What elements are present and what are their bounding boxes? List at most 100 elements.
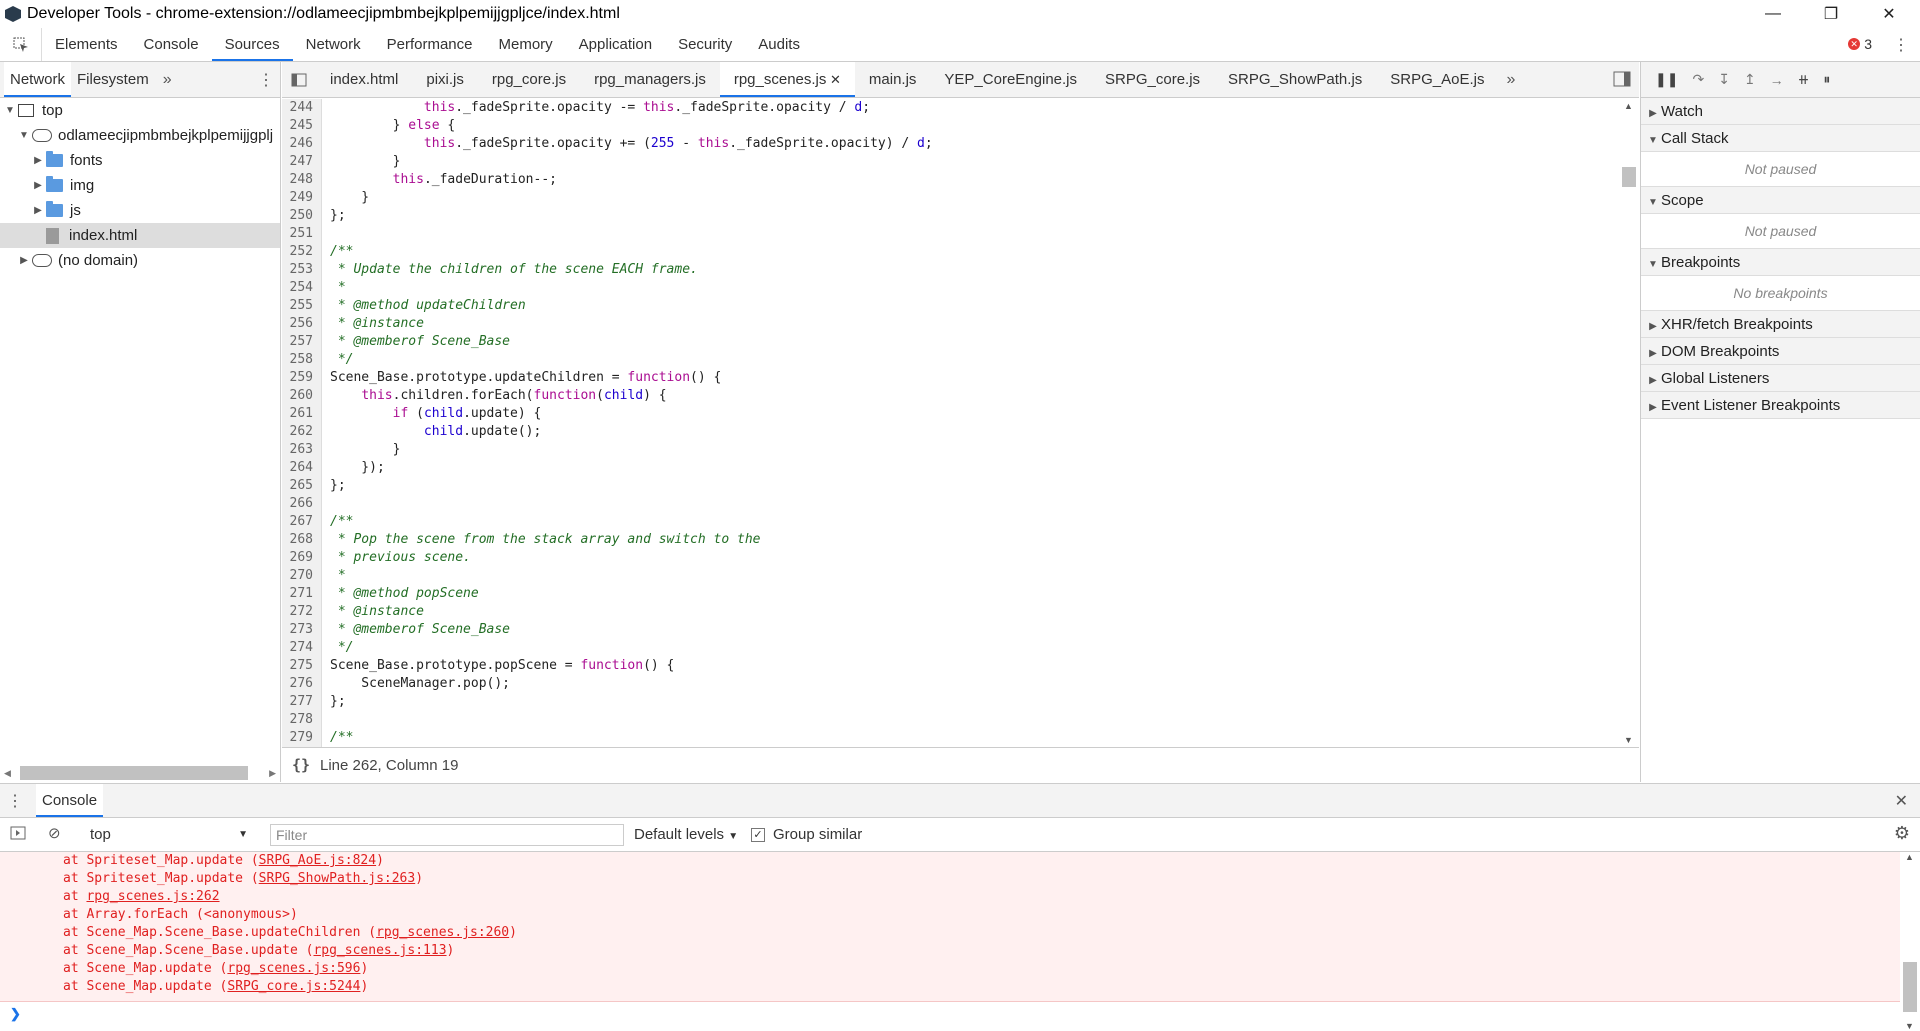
levels-dropdown[interactable]: Default levels ▼ [634, 824, 738, 848]
line-number[interactable]: 253 [282, 261, 322, 279]
error-counter[interactable]: ✕ 3 [1848, 36, 1872, 52]
file-tab-index-html[interactable]: index.html [316, 62, 412, 97]
line-number[interactable]: 273 [282, 621, 322, 639]
line-number[interactable]: 259 [282, 369, 322, 387]
source-link[interactable]: rpg_scenes.js:260 [376, 925, 509, 940]
tab-sources[interactable]: Sources [211, 28, 293, 61]
line-number[interactable]: 270 [282, 567, 322, 585]
file-tab-srpg-core-js[interactable]: SRPG_core.js [1091, 62, 1214, 97]
console-settings-gear-icon[interactable]: ⚙ [1894, 823, 1910, 844]
line-number[interactable]: 263 [282, 441, 322, 459]
line-number[interactable]: 267 [282, 513, 322, 531]
file-tab-rpg-scenes-js[interactable]: rpg_scenes.js ✕ [719, 62, 855, 97]
vscroll-thumb[interactable] [1622, 167, 1636, 187]
section-scope[interactable]: ▼ Scope [1641, 187, 1920, 214]
pause-on-exceptions-icon[interactable]: ⏸ [1823, 71, 1830, 88]
section-breakpoints[interactable]: ▼ Breakpoints [1641, 249, 1920, 276]
line-number[interactable]: 268 [282, 531, 322, 549]
source-link[interactable]: rpg_scenes.js:596 [227, 961, 360, 976]
tab-console[interactable]: Console [131, 28, 212, 61]
line-number[interactable]: 257 [282, 333, 322, 351]
line-number[interactable]: 278 [282, 711, 322, 729]
source-link[interactable]: SRPG_ShowPath.js:263 [259, 871, 416, 886]
line-number[interactable]: 244 [282, 99, 322, 117]
toggle-debugger-icon[interactable] [1613, 71, 1631, 91]
tab-audits[interactable]: Audits [745, 28, 813, 61]
scroll-down-icon[interactable]: ▼ [1624, 735, 1633, 745]
line-number[interactable]: 266 [282, 495, 322, 513]
group-similar-toggle[interactable]: ✓ Group similar [751, 824, 862, 846]
file-tab-srpg-aoe-js[interactable]: SRPG_AoE.js [1376, 62, 1498, 97]
minimize-button[interactable]: — [1744, 0, 1802, 28]
context-selector[interactable]: top ▼ [84, 824, 254, 846]
file-tab-pixi-js[interactable]: pixi.js [412, 62, 478, 97]
source-link[interactable]: rpg_scenes.js:262 [86, 889, 219, 904]
line-number[interactable]: 248 [282, 171, 322, 189]
console-scroll-thumb[interactable] [1903, 962, 1917, 1012]
navigator-hscrollbar[interactable]: ◀ ▶ [0, 764, 280, 782]
tree-item-img[interactable]: ▶ img [0, 173, 280, 198]
tab-console[interactable]: Console [36, 784, 104, 817]
line-number[interactable]: 272 [282, 603, 322, 621]
line-number[interactable]: 251 [282, 225, 322, 243]
line-number[interactable]: 258 [282, 351, 322, 369]
line-number[interactable]: 249 [282, 189, 322, 207]
tab-elements[interactable]: Elements [42, 28, 131, 61]
scroll-up-icon[interactable]: ▲ [1624, 101, 1633, 111]
pretty-print-icon[interactable]: {} [282, 756, 320, 774]
triangle-right-icon[interactable]: ▶ [32, 180, 44, 191]
clear-console-icon[interactable]: ⊘ [48, 824, 61, 842]
tree-item-no-domain[interactable]: ▶ (no domain) [0, 248, 280, 273]
line-number[interactable]: 246 [282, 135, 322, 153]
toggle-navigator-icon[interactable] [282, 62, 316, 97]
line-number[interactable]: 274 [282, 639, 322, 657]
line-number[interactable]: 250 [282, 207, 322, 225]
line-number[interactable]: 252 [282, 243, 322, 261]
section-event-listener-breakpoints[interactable]: ▶ Event Listener Breakpoints [1641, 392, 1920, 419]
tab-network[interactable]: Network [293, 28, 374, 61]
file-tab-rpg-managers-js[interactable]: rpg_managers.js [580, 62, 720, 97]
step-over-icon[interactable]: ↷ [1692, 71, 1704, 88]
step-into-icon[interactable]: ↧ [1718, 71, 1730, 88]
section-xhr-fetch-breakpoints[interactable]: ▶ XHR/fetch Breakpoints [1641, 311, 1920, 338]
file-tab-srpg-showpath-js[interactable]: SRPG_ShowPath.js [1214, 62, 1376, 97]
close-window-button[interactable]: ✕ [1860, 0, 1918, 28]
line-number[interactable]: 269 [282, 549, 322, 567]
file-tab-main-js[interactable]: main.js [855, 62, 931, 97]
navigator-menu-icon[interactable]: ⋮ [258, 70, 274, 90]
more-files-icon[interactable]: » [1499, 71, 1524, 89]
line-number[interactable]: 276 [282, 675, 322, 693]
tab-memory[interactable]: Memory [486, 28, 566, 61]
tree-item-js[interactable]: ▶ js [0, 198, 280, 223]
file-tab-yep-coreengine-js[interactable]: YEP_CoreEngine.js [930, 62, 1091, 97]
triangle-right-icon[interactable]: ▶ [32, 155, 44, 166]
line-number[interactable]: 264 [282, 459, 322, 477]
inspect-element-icon[interactable] [0, 28, 42, 61]
tree-item-index-html[interactable]: index.html [0, 223, 280, 248]
editor-vscrollbar[interactable]: ▲ ▼ [1619, 99, 1639, 747]
section-dom-breakpoints[interactable]: ▶ DOM Breakpoints [1641, 338, 1920, 365]
tree-item-fonts[interactable]: ▶ fonts [0, 148, 280, 173]
section-watch[interactable]: ▶ Watch [1641, 98, 1920, 125]
line-number[interactable]: 271 [282, 585, 322, 603]
customize-menu-icon[interactable]: ⋮ [1893, 38, 1909, 54]
scroll-up-icon[interactable]: ▲ [1905, 852, 1914, 862]
restore-button[interactable]: ❐ [1802, 0, 1860, 28]
code-view[interactable]: 244 this._fadeSprite.opacity -= this._fa… [282, 99, 1639, 747]
close-tab-icon[interactable]: ✕ [826, 72, 841, 87]
step-icon[interactable]: → [1770, 72, 1784, 88]
console-prompt-icon[interactable]: ❯ [10, 1006, 21, 1022]
tab-security[interactable]: Security [665, 28, 745, 61]
pause-icon[interactable]: ❚❚ [1655, 71, 1678, 88]
line-number[interactable]: 255 [282, 297, 322, 315]
triangle-down-icon[interactable]: ▼ [4, 105, 16, 116]
section-call-stack[interactable]: ▼ Call Stack [1641, 125, 1920, 152]
scroll-left-icon[interactable]: ◀ [4, 768, 11, 779]
tree-item-top[interactable]: ▼ top [0, 98, 280, 123]
line-number[interactable]: 245 [282, 117, 322, 135]
tab-filesystem[interactable]: Filesystem [71, 62, 155, 97]
tab-performance[interactable]: Performance [374, 28, 486, 61]
line-number[interactable]: 277 [282, 693, 322, 711]
hscroll-thumb[interactable] [20, 766, 248, 780]
file-tab-rpg-core-js[interactable]: rpg_core.js [478, 62, 580, 97]
